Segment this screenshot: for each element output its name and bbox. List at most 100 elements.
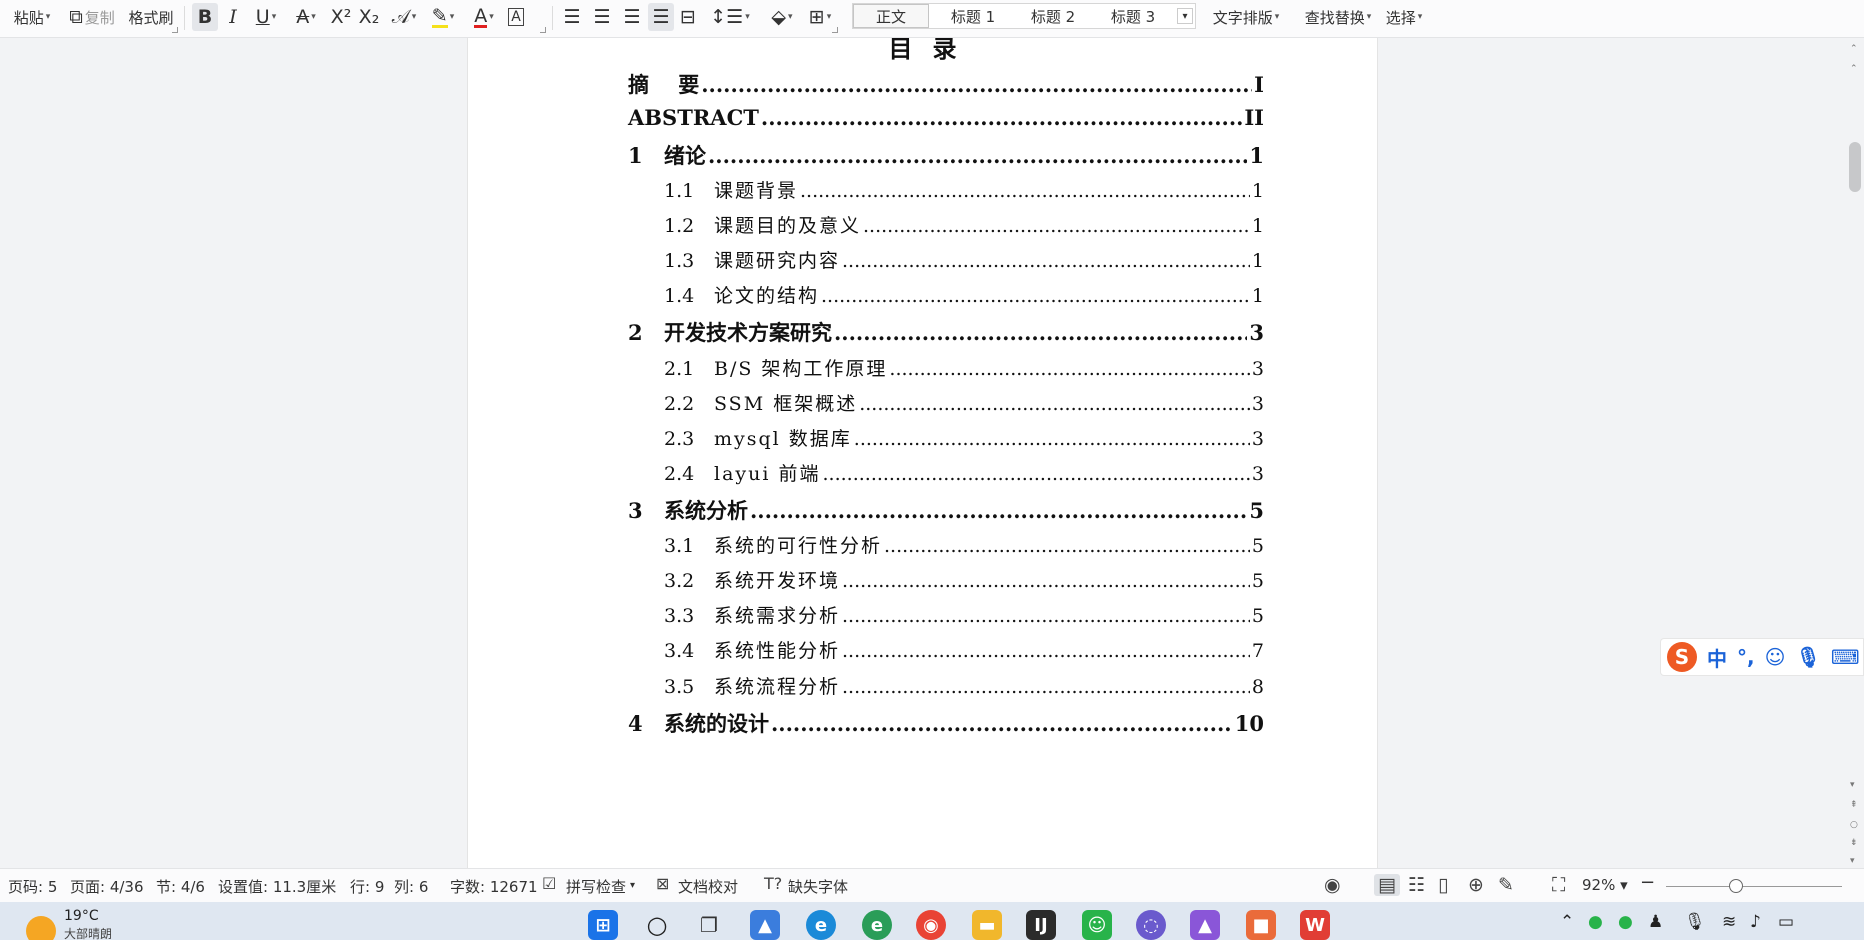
browser-icon[interactable]: e [862, 910, 892, 940]
web-view-icon[interactable]: ⊕ [1468, 874, 1484, 896]
align-center-button[interactable]: ☰ [590, 3, 614, 31]
toc-heading-entry[interactable]: 1 绪论 1 [628, 140, 1264, 170]
select-browse-object-icon[interactable]: ○ [1850, 820, 1858, 830]
search-icon[interactable]: ○ [642, 910, 672, 940]
toc-subheading-entry[interactable]: 2.2 SSM 框架概述 3 [664, 389, 1264, 416]
missing-font-button[interactable]: 缺失字体 [788, 876, 848, 897]
fit-page-icon[interactable]: ⛶ [1552, 874, 1565, 896]
toc-heading-entry[interactable]: 2 开发技术方案研究 3 [628, 317, 1264, 347]
qq-tray-icon[interactable]: ♟ [1648, 912, 1663, 932]
paragraph-group-expander[interactable] [832, 27, 838, 33]
scroll-up-arrow-icon[interactable]: ⌃ [1850, 44, 1858, 54]
justify-button[interactable]: ☰ [648, 3, 674, 31]
toc-subheading-entry[interactable]: 3.3 系统需求分析 5 [664, 601, 1264, 628]
chevron-down-icon[interactable]: ▾ [630, 880, 635, 891]
align-left-button[interactable]: ☰ [560, 3, 584, 31]
zoom-level-dropdown[interactable]: 92% ▾ [1582, 876, 1628, 894]
zoom-slider-track[interactable] [1666, 886, 1842, 887]
font-group-expander[interactable] [540, 27, 546, 33]
paste-button[interactable]: 粘贴 ▾ [10, 3, 54, 31]
subscript-button[interactable]: X₂ [356, 3, 382, 31]
toc-subheading-entry[interactable]: 2.1 B/S 架构工作原理 3 [664, 354, 1264, 381]
chrome-icon[interactable]: ◉ [916, 910, 946, 940]
word-count-status[interactable]: 字数: 12671 [450, 876, 538, 897]
vertical-scrollbar[interactable]: ⌃ ⌃ ▾ ⇞ ○ ⇟ ▾ [1846, 38, 1864, 868]
wps-icon[interactable]: W [1300, 910, 1330, 940]
style-body-text[interactable]: 正文 [853, 4, 929, 28]
toc-subheading-entry[interactable]: 2.3 mysql 数据库 3 [664, 424, 1264, 451]
doc-proof-button[interactable]: 文档校对 [678, 876, 738, 897]
char-border-button[interactable]: A [504, 3, 528, 31]
scroll-down-arrow-icon[interactable]: ▾ [1850, 780, 1855, 790]
scroll-up-arrow-icon[interactable]: ⌃ [1850, 64, 1858, 74]
toc-subheading-entry[interactable]: 1.4 论文的结构 1 [664, 281, 1264, 308]
line-spacing-button[interactable]: ↕☰ ▾ [710, 3, 750, 31]
toc-subheading-entry[interactable]: 3.2 系统开发环境 5 [664, 566, 1264, 593]
page-view-icon[interactable]: ▤ [1374, 874, 1400, 896]
battery-icon[interactable]: ▭ [1778, 912, 1794, 932]
find-replace-button[interactable]: 查找替换 ▾ [1302, 3, 1374, 31]
document-page[interactable]: 目录 摘 要IABSTRACTII1绪论11.1课题背景11.2课题目的及意义1… [467, 38, 1378, 868]
emoji-icon[interactable]: ☺ [1765, 645, 1786, 669]
underline-button[interactable]: U ▾ [248, 3, 284, 31]
wechat-icon[interactable]: ☺ [1082, 910, 1112, 940]
style-heading-3[interactable]: 标题 3 [1093, 4, 1173, 28]
style-gallery-more-button[interactable]: ▾ [1177, 8, 1193, 24]
page-code-status[interactable]: 页码: 5 [8, 876, 57, 897]
toc-heading-entry[interactable]: ABSTRACT II [628, 105, 1264, 130]
toc-heading-entry[interactable]: 3 系统分析 5 [628, 495, 1264, 525]
app-icon[interactable]: ◌ [1136, 910, 1166, 940]
spell-check-button[interactable]: 拼写检查 [566, 876, 626, 897]
volume-icon[interactable]: ♪ [1750, 912, 1761, 932]
keyboard-icon[interactable]: ⌨ [1831, 645, 1860, 669]
toc-subheading-entry[interactable]: 1.1 课题背景 1 [664, 176, 1264, 203]
text-layout-button[interactable]: 文字排版 ▾ [1210, 3, 1282, 31]
row-status[interactable]: 行: 9 [350, 876, 384, 897]
toc-subheading-entry[interactable]: 3.1 系统的可行性分析 5 [664, 531, 1264, 558]
outline-view-icon[interactable]: ☷ [1408, 874, 1425, 896]
zoom-slider-knob[interactable] [1729, 879, 1744, 893]
wechat-tray-icon[interactable]: ● [1618, 912, 1633, 932]
app-icon[interactable]: ▲ [750, 910, 780, 940]
scroll-down-arrow-icon[interactable]: ▾ [1850, 856, 1855, 866]
font-color-button[interactable]: A ▾ [466, 3, 502, 31]
ime-punctuation-toggle[interactable]: °, [1737, 645, 1755, 669]
next-page-icon[interactable]: ⇟ [1850, 838, 1858, 848]
microphone-icon[interactable]: 🎙 [1684, 912, 1706, 932]
format-painter-button[interactable]: 格式刷 [126, 3, 176, 31]
ime-toolbar[interactable]: S 中 °, ☺ 🎙 ⌨ [1660, 638, 1864, 676]
writing-mode-icon[interactable]: ✎ [1498, 874, 1514, 896]
chevron-up-icon[interactable]: ⌃ [1560, 912, 1574, 932]
prev-page-icon[interactable]: ⇞ [1850, 800, 1858, 810]
microphone-icon[interactable]: 🎙 [1795, 645, 1820, 669]
wechat-tray-icon[interactable]: ● [1588, 912, 1603, 932]
task-view-icon[interactable]: ❐ [694, 910, 724, 940]
weather-widget[interactable]: 19°C 大部晴朗 [26, 908, 112, 940]
column-status[interactable]: 列: 6 [394, 876, 428, 897]
edge-browser-icon[interactable]: e [806, 910, 836, 940]
shading-button[interactable]: ⬙ ▾ [762, 3, 802, 31]
ime-mode-toggle[interactable]: 中 [1707, 643, 1727, 672]
superscript-button[interactable]: X² [328, 3, 354, 31]
toc-heading-entry[interactable]: 摘 要I [628, 69, 1264, 99]
toc-subheading-entry[interactable]: 3.4 系统性能分析 7 [664, 636, 1264, 663]
bold-button[interactable]: B [192, 3, 218, 31]
setting-value-status[interactable]: 设置值: 11.3厘米 [218, 876, 336, 897]
toc-subheading-entry[interactable]: 1.3 课题研究内容 1 [664, 246, 1264, 273]
file-explorer-icon[interactable]: ▬ [972, 910, 1002, 940]
highlight-button[interactable]: ✎ ▾ [424, 3, 462, 31]
toc-subheading-entry[interactable]: 3.5 系统流程分析 8 [664, 672, 1264, 699]
distributed-align-button[interactable]: ⊟ [676, 3, 700, 31]
style-heading-1[interactable]: 标题 1 [933, 4, 1013, 28]
wifi-icon[interactable]: ≋ [1722, 912, 1736, 932]
clipboard-group-expander[interactable] [172, 27, 178, 33]
select-button[interactable]: 选择 ▾ [1382, 3, 1426, 31]
app-icon[interactable]: ■ [1246, 910, 1276, 940]
align-right-button[interactable]: ☰ [620, 3, 644, 31]
text-effect-button[interactable]: 𝒜 ▾ [386, 3, 422, 31]
reading-view-icon[interactable]: ▯ [1438, 874, 1448, 896]
style-heading-2[interactable]: 标题 2 [1013, 4, 1093, 28]
zoom-out-button[interactable]: − [1640, 872, 1655, 893]
windows-start-icon[interactable]: ⊞ [588, 910, 618, 940]
copy-button[interactable]: ⧉ 复制 [62, 3, 122, 31]
